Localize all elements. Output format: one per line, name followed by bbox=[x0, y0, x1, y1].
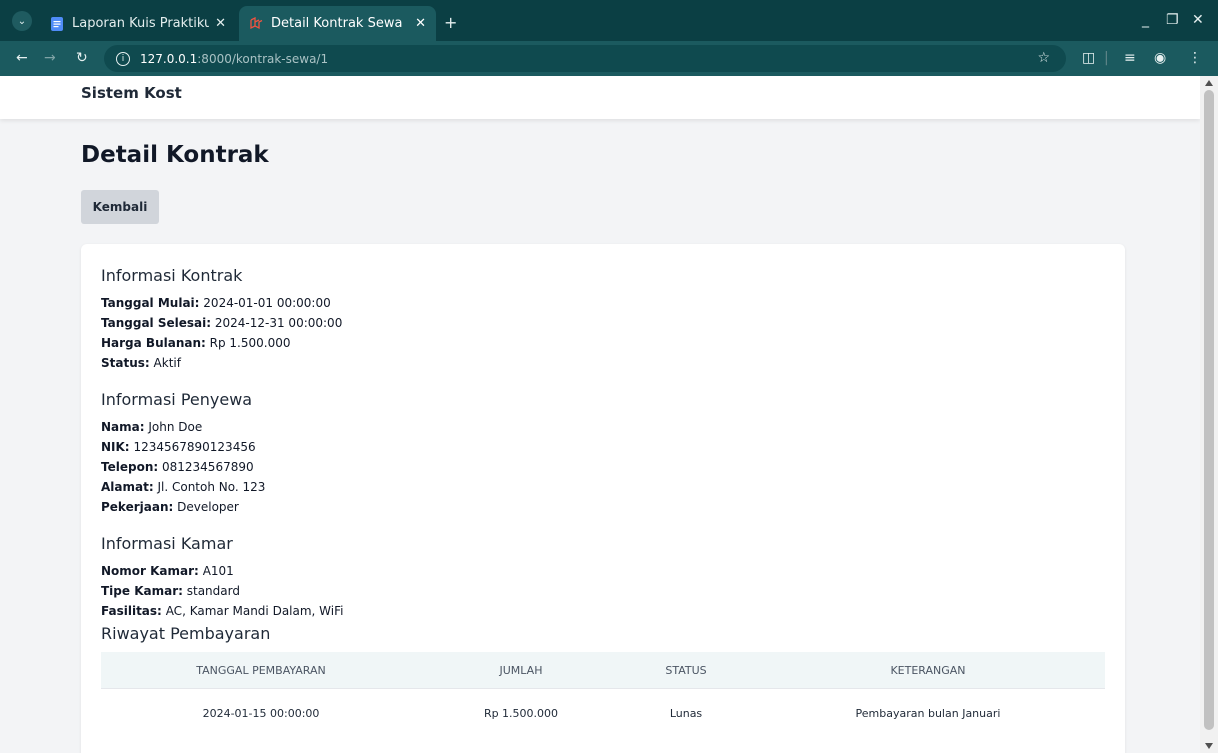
toolbar-divider: | bbox=[1104, 50, 1109, 66]
laravel-logo-icon bbox=[250, 16, 263, 29]
table-cell: Lunas bbox=[669, 706, 703, 720]
close-icon[interactable]: ✕ bbox=[215, 16, 226, 31]
section-heading-penyewa: Informasi Penyewa bbox=[101, 390, 253, 409]
field-value: A101 bbox=[202, 564, 234, 578]
browser-tab-bar: ⌄ Laporan Kuis Praktikum I ✕ Detail Kont… bbox=[0, 0, 1218, 41]
field-value: 2024-01-01 00:00:00 bbox=[203, 296, 331, 310]
field-value: John Doe bbox=[148, 420, 203, 434]
page-scrollbar[interactable] bbox=[1200, 76, 1218, 753]
field-value: Developer bbox=[177, 500, 239, 514]
table-cell: Pembayaran bulan Januari bbox=[855, 706, 1001, 720]
field-label: Tanggal Selesai: bbox=[101, 316, 212, 330]
forward-arrow-icon[interactable]: → bbox=[44, 50, 56, 66]
minimize-icon[interactable]: _ bbox=[1142, 12, 1149, 28]
field-tanggal-selesai: Tanggal Selesai: 2024-12-31 00:00:00 bbox=[101, 316, 342, 330]
scrollbar-thumb[interactable] bbox=[1204, 90, 1214, 730]
field-label: Harga Bulanan: bbox=[101, 336, 206, 350]
column-header: JUMLAH bbox=[499, 663, 543, 677]
field-value: Jl. Contoh No. 123 bbox=[157, 480, 266, 494]
field-tanggal-mulai: Tanggal Mulai: 2024-01-01 00:00:00 bbox=[101, 296, 331, 310]
new-tab-plus-icon[interactable]: + bbox=[444, 13, 457, 32]
field-label: Tanggal Mulai: bbox=[101, 296, 200, 310]
field-value: 081234567890 bbox=[162, 460, 254, 474]
tab-search-chevron-down-icon[interactable]: ⌄ bbox=[12, 11, 32, 31]
field-pekerjaan: Pekerjaan: Developer bbox=[101, 500, 239, 514]
more-menu-icon[interactable]: ⋮ bbox=[1188, 50, 1202, 66]
field-telepon: Telepon: 081234567890 bbox=[101, 460, 254, 474]
scroll-down-arrow-icon[interactable] bbox=[1205, 743, 1213, 749]
address-bar[interactable]: i 127.0.0.1:8000/kontrak-sewa/1 ☆ bbox=[104, 45, 1066, 72]
url-host: 127.0.0.1 bbox=[140, 51, 198, 66]
site-info-icon[interactable]: i bbox=[116, 51, 130, 66]
field-label: Alamat: bbox=[101, 480, 154, 494]
bookmark-star-icon[interactable]: ☆ bbox=[1037, 50, 1050, 66]
field-label: Nomor Kamar: bbox=[101, 564, 199, 578]
url-path: :8000/kontrak-sewa/1 bbox=[197, 51, 329, 66]
table-cell: Rp 1.500.000 bbox=[483, 706, 559, 720]
field-label: NIK: bbox=[101, 440, 130, 454]
docs-document-icon bbox=[51, 16, 63, 31]
field-harga-bulanan: Harga Bulanan: Rp 1.500.000 bbox=[101, 336, 290, 350]
field-label: Fasilitas: bbox=[101, 604, 162, 618]
table-row: 2024-01-15 00:00:00 Rp 1.500.000 Lunas P… bbox=[101, 689, 1105, 737]
field-nomor-kamar: Nomor Kamar: A101 bbox=[101, 564, 234, 578]
site-navbar: Sistem Kost bbox=[0, 76, 1200, 119]
section-heading-kamar: Informasi Kamar bbox=[101, 534, 233, 553]
scroll-up-arrow-icon[interactable] bbox=[1205, 80, 1213, 86]
section-heading-kontrak: Informasi Kontrak bbox=[101, 266, 243, 285]
tab-laporan[interactable]: Laporan Kuis Praktikum I ✕ bbox=[40, 6, 236, 41]
field-label: Pekerjaan: bbox=[101, 500, 174, 514]
field-value: Rp 1.500.000 bbox=[209, 336, 291, 350]
column-header: KETERANGAN bbox=[890, 663, 966, 677]
column-header: STATUS bbox=[665, 663, 707, 677]
tab-label: Detail Kontrak Sewa bbox=[271, 16, 403, 31]
field-tipe-kamar: Tipe Kamar: standard bbox=[101, 584, 240, 598]
table-header-row: TANGGAL PEMBAYARAN JUMLAH STATUS KETERAN… bbox=[101, 652, 1105, 689]
detail-card: Informasi Kontrak Tanggal Mulai: 2024-01… bbox=[81, 244, 1125, 753]
brand-link[interactable]: Sistem Kost bbox=[81, 84, 182, 102]
field-value: AC, Kamar Mandi Dalam, WiFi bbox=[165, 604, 344, 618]
field-label: Status: bbox=[101, 356, 150, 370]
close-window-icon[interactable]: ✕ bbox=[1192, 12, 1204, 28]
field-label: Tipe Kamar: bbox=[101, 584, 183, 598]
tab-detail-kontrak[interactable]: Detail Kontrak Sewa ✕ bbox=[239, 6, 436, 41]
field-nama: Nama: John Doe bbox=[101, 420, 202, 434]
table-cell: 2024-01-15 00:00:00 bbox=[202, 706, 320, 720]
page-viewport: Sistem Kost Detail Kontrak Kembali Infor… bbox=[0, 76, 1200, 753]
section-heading-pembayaran: Riwayat Pembayaran bbox=[101, 624, 271, 643]
column-header: TANGGAL PEMBAYARAN bbox=[196, 663, 326, 677]
field-value: standard bbox=[186, 584, 240, 598]
browser-toolbar: ← → ↻ i 127.0.0.1:8000/kontrak-sewa/1 ☆ … bbox=[0, 41, 1218, 76]
field-label: Telepon: bbox=[101, 460, 159, 474]
field-value: 2024-12-31 00:00:00 bbox=[214, 316, 343, 330]
extensions-puzzle-icon[interactable]: ◫ bbox=[1082, 50, 1095, 66]
field-value: Aktif bbox=[153, 356, 181, 370]
payment-table: TANGGAL PEMBAYARAN JUMLAH STATUS KETERAN… bbox=[101, 652, 1105, 737]
back-arrow-icon[interactable]: ← bbox=[16, 50, 28, 66]
page-title: Detail Kontrak bbox=[81, 142, 269, 168]
back-button[interactable]: Kembali bbox=[81, 190, 159, 224]
profile-avatar-icon[interactable]: ◉ bbox=[1154, 50, 1166, 66]
restore-window-icon[interactable]: ❐ bbox=[1166, 12, 1179, 28]
reload-icon[interactable]: ↻ bbox=[76, 50, 88, 66]
field-value: 1234567890123456 bbox=[133, 440, 256, 454]
field-label: Nama: bbox=[101, 420, 145, 434]
field-alamat: Alamat: Jl. Contoh No. 123 bbox=[101, 480, 265, 494]
field-nik: NIK: 1234567890123456 bbox=[101, 440, 256, 454]
tab-label: Laporan Kuis Praktikum I bbox=[72, 16, 210, 31]
field-status: Status: Aktif bbox=[101, 356, 181, 370]
close-icon[interactable]: ✕ bbox=[415, 16, 426, 31]
field-fasilitas: Fasilitas: AC, Kamar Mandi Dalam, WiFi bbox=[101, 604, 343, 618]
reading-list-icon[interactable]: ≡ bbox=[1124, 50, 1136, 66]
